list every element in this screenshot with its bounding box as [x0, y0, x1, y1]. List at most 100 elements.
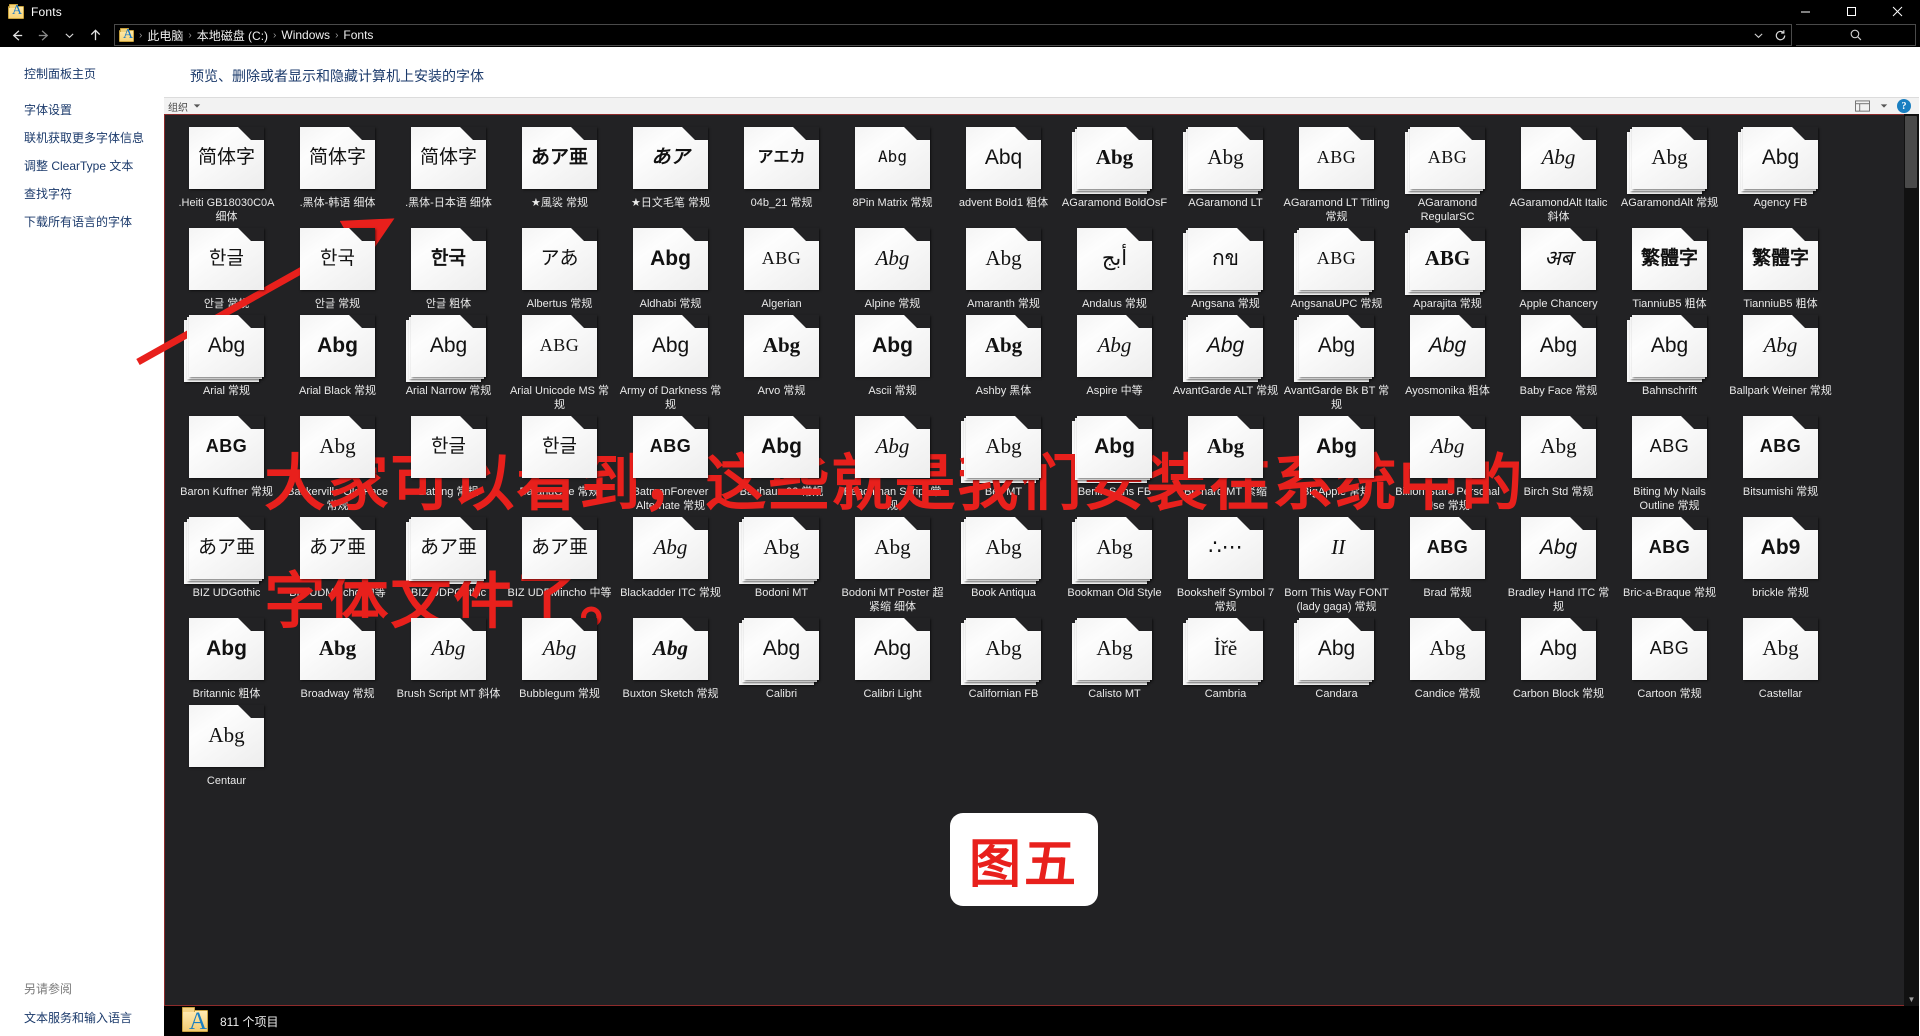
font-tile[interactable]: أبج Andalus 常规 [1059, 228, 1170, 311]
font-tile[interactable]: Abg Baskerville Old Face 常规 [282, 416, 393, 513]
font-tile[interactable]: Abg Bradley Hand ITC 常规 [1503, 517, 1614, 614]
font-tile[interactable]: ABG Aparajita 常规 [1392, 228, 1503, 311]
font-tile[interactable]: Abg Billion Stars Personal Use 常规 [1392, 416, 1503, 513]
font-tile[interactable]: Abg Centaur [171, 705, 282, 788]
close-button[interactable] [1874, 0, 1920, 23]
refresh-icon[interactable] [1769, 25, 1791, 45]
font-tile[interactable]: あア亜 BIZ UDMincho 中等 [282, 517, 393, 614]
font-tile[interactable]: Abg Agency FB [1725, 127, 1836, 224]
font-tile[interactable]: Abg Candice 常规 [1392, 618, 1503, 701]
font-tile[interactable]: Abg Candara [1281, 618, 1392, 701]
font-tile[interactable]: Abg Calibri Light [837, 618, 948, 701]
sidebar-item-text-services[interactable]: 文本服务和输入语言 [24, 1009, 132, 1026]
font-tile[interactable]: Abg Brush Script MT 斜体 [393, 618, 504, 701]
up-button[interactable] [82, 23, 108, 47]
breadcrumb-windows[interactable]: Windows [278, 28, 333, 42]
scrollbar-thumb[interactable] [1905, 116, 1917, 188]
font-tile[interactable]: Abg Book Antiqua [948, 517, 1059, 614]
font-tile[interactable]: Abg AGaramondAlt 常规 [1614, 127, 1725, 224]
font-tile[interactable]: ABG Bitsumishi 常规 [1725, 416, 1836, 513]
font-tile[interactable]: あア亜 BIZ UDPGothic [393, 517, 504, 614]
font-tile[interactable]: Abg Arial 常规 [171, 315, 282, 412]
organize-label[interactable]: 组织 [168, 99, 188, 114]
font-tile[interactable]: Abg Arial Narrow 常规 [393, 315, 504, 412]
sidebar-item-adjust-cleartype[interactable]: 调整 ClearType 文本 [24, 157, 163, 174]
font-tile[interactable]: Abg Arial Black 常规 [282, 315, 393, 412]
font-tile[interactable]: 繁體字 TianniuB5 粗体 [1614, 228, 1725, 311]
font-tile[interactable]: Abq advent Bold1 粗体 [948, 127, 1059, 224]
font-tile[interactable]: ABG Algerian [726, 228, 837, 311]
font-tile[interactable]: 简体字 .黑体-日本语 细体 [393, 127, 504, 224]
scroll-down-icon[interactable]: ▼ [1904, 993, 1919, 1006]
font-tile[interactable]: Abg Bodoni MT [726, 517, 837, 614]
font-tile[interactable]: Abg Bernard MT 紧缩 [1170, 416, 1281, 513]
sidebar-item-download-all-language-fonts[interactable]: 下载所有语言的字体 [24, 213, 163, 230]
font-tile[interactable]: Abg Ascii 常规 [837, 315, 948, 412]
view-options-chevron-icon[interactable] [1875, 99, 1893, 113]
font-tile[interactable]: İřĕ Cambria [1170, 618, 1281, 701]
font-tile[interactable]: 한글 Batang 常规 [393, 416, 504, 513]
font-tile[interactable]: Abg AvantGarde ALT 常规 [1170, 315, 1281, 412]
font-tile[interactable]: अब Apple Chancery [1503, 228, 1614, 311]
font-tile[interactable]: Abg Calisto MT [1059, 618, 1170, 701]
font-tile[interactable]: Abg Bahnschrift [1614, 315, 1725, 412]
breadcrumb-this-pc[interactable]: 此电脑 [144, 27, 186, 44]
font-tile[interactable]: ABG Biting My Nails Outline 常规 [1614, 416, 1725, 513]
minimize-button[interactable] [1782, 0, 1828, 23]
font-tile[interactable]: 简体字 .Heiti GB18030C0A 细体 [171, 127, 282, 224]
font-tile[interactable]: Abg AGaramondAlt Italic 斜体 [1503, 127, 1614, 224]
forward-button[interactable] [30, 23, 56, 47]
font-tile[interactable]: ABG BatmanForever Alternate 常规 [615, 416, 726, 513]
font-tile[interactable]: Abg Arvo 常规 [726, 315, 837, 412]
font-tile[interactable]: あア亜 BIZ UDGothic [171, 517, 282, 614]
breadcrumb-bar[interactable]: › 此电脑 › 本地磁盘 (C:) › Windows › Fonts [114, 24, 1792, 46]
chevron-down-icon[interactable] [188, 99, 206, 113]
maximize-button[interactable] [1828, 0, 1874, 23]
font-tile[interactable]: 繁體字 TianniuB5 粗体 [1725, 228, 1836, 311]
breadcrumb-fonts[interactable]: Fonts [340, 28, 376, 42]
font-tile[interactable]: Abg Blackadder ITC 常规 [615, 517, 726, 614]
font-tile[interactable]: ABG AngsanaUPC 常规 [1281, 228, 1392, 311]
recent-locations-button[interactable] [56, 23, 82, 47]
font-tile[interactable]: 한국 안글 常规 [282, 228, 393, 311]
font-tile[interactable]: アあ Albertus 常规 [504, 228, 615, 311]
font-tile[interactable]: Abg Calibri [726, 618, 837, 701]
font-tile[interactable]: ABG Baron Kuffner 常规 [171, 416, 282, 513]
font-tile[interactable]: Abg AGaramond BoldOsF [1059, 127, 1170, 224]
sidebar-item-find-character[interactable]: 查找字符 [24, 185, 163, 202]
font-tile[interactable]: Abg Beachman Script 常规 [837, 416, 948, 513]
font-tile[interactable]: Abg Buxton Sketch 常规 [615, 618, 726, 701]
font-tile[interactable]: Abg Berlin Sans FB [1059, 416, 1170, 513]
font-tile[interactable]: Abg Bubblegum 常规 [504, 618, 615, 701]
font-tile[interactable]: あア亜 ★風裟 常规 [504, 127, 615, 224]
vertical-scrollbar[interactable]: ▲ ▼ [1904, 114, 1919, 1006]
font-tile[interactable]: กข Angsana 常规 [1170, 228, 1281, 311]
back-button[interactable] [4, 23, 30, 47]
font-tile[interactable]: あア ★日文毛笔 常规 [615, 127, 726, 224]
font-tile[interactable]: Abg Ballpark Weiner 常规 [1725, 315, 1836, 412]
font-tile[interactable]: アエカ 04b_21 常规 [726, 127, 837, 224]
font-tile[interactable]: Abg Bookman Old Style [1059, 517, 1170, 614]
font-tile[interactable]: Abg Aldhabi 常规 [615, 228, 726, 311]
font-tile[interactable]: Abg Baby Face 常规 [1503, 315, 1614, 412]
font-tile[interactable]: ABG AGaramond LT Titling 常规 [1281, 127, 1392, 224]
font-tile[interactable]: 简体字 .黑体-韩语 细体 [282, 127, 393, 224]
sidebar-item-font-settings[interactable]: 字体设置 [24, 101, 163, 118]
font-tile[interactable]: Abg Californian FB [948, 618, 1059, 701]
font-tile[interactable]: Abg Castellar [1725, 618, 1836, 701]
address-history-chevron-icon[interactable] [1747, 25, 1769, 45]
font-tile[interactable]: ABG Cartoon 常规 [1614, 618, 1725, 701]
font-tile[interactable]: Abg BigApple 常规 [1281, 416, 1392, 513]
font-tile[interactable]: あア亜 BIZ UDPMincho 中等 [504, 517, 615, 614]
font-tile[interactable]: ABG Bric-a-Braque 常规 [1614, 517, 1725, 614]
font-tile[interactable]: Abg Aspire 中等 [1059, 315, 1170, 412]
font-tile[interactable]: Abg Bodoni MT Poster 超紧缩 细体 [837, 517, 948, 614]
font-tile[interactable]: 한국 안글 粗体 [393, 228, 504, 311]
font-tile[interactable]: Abg Amaranth 常规 [948, 228, 1059, 311]
font-tile[interactable]: Abg Birch Std 常规 [1503, 416, 1614, 513]
font-tile[interactable]: Ab9 brickle 常规 [1725, 517, 1836, 614]
font-tile[interactable]: ІІ Born This Way FONT (lady gaga) 常规 [1281, 517, 1392, 614]
font-tile[interactable]: 한글 안글 常规 [171, 228, 282, 311]
font-tile[interactable]: Abg Alpine 常规 [837, 228, 948, 311]
font-tile[interactable]: Abg Britannic 粗体 [171, 618, 282, 701]
